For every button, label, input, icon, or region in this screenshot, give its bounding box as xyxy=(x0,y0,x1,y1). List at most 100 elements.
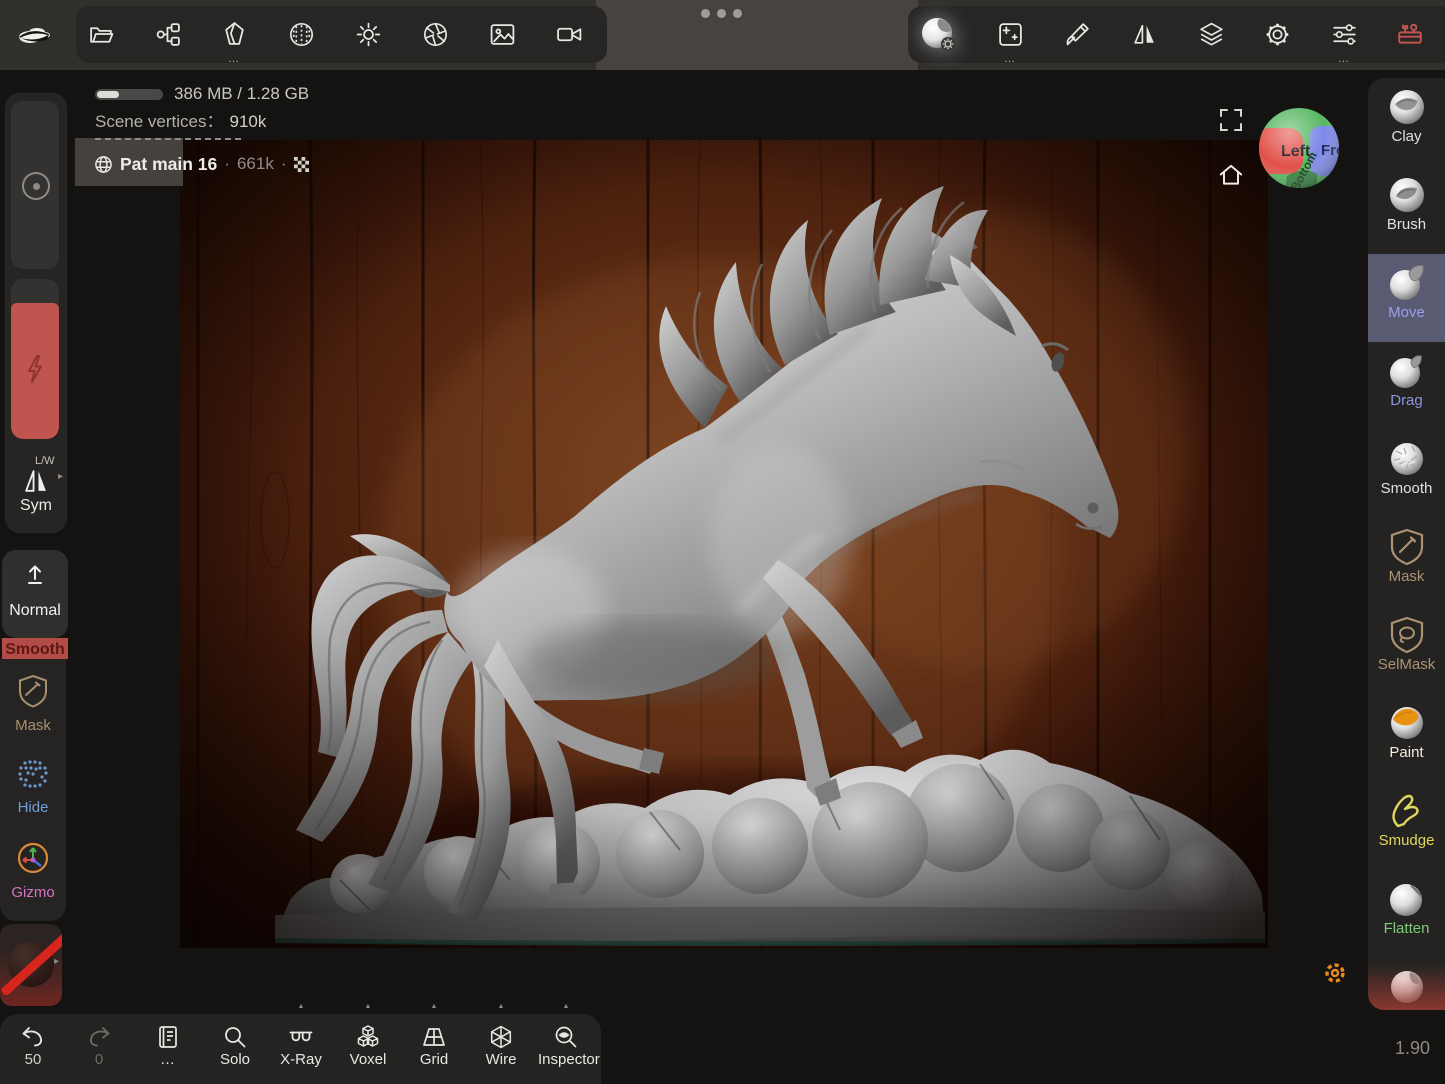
tool-hide-left[interactable]: Hide xyxy=(0,757,66,816)
material-expand-chevron[interactable]: ▸ xyxy=(54,956,59,967)
sym-button[interactable]: Sym xyxy=(5,497,67,515)
prism-more: … xyxy=(211,53,257,65)
xray-label: X-Ray xyxy=(273,1051,329,1068)
redo-button[interactable]: 0 xyxy=(71,1014,127,1084)
inspector-eye-icon xyxy=(553,1024,579,1050)
tool-move[interactable]: Move xyxy=(1368,254,1445,342)
brush-icon xyxy=(1384,172,1430,218)
layers-icon[interactable] xyxy=(1188,11,1234,57)
flatten-label: Flatten xyxy=(1368,920,1445,937)
wire-caret[interactable]: ▲ xyxy=(473,1003,529,1010)
solo-button[interactable]: Solo xyxy=(207,1014,263,1084)
paint-label: Paint xyxy=(1368,744,1445,761)
mesh-globe-icon xyxy=(94,155,113,174)
snap-cursor-icon[interactable] xyxy=(1323,961,1347,985)
grid-label: Grid xyxy=(406,1051,462,1068)
system-handle-icon[interactable] xyxy=(701,9,745,18)
mask-label: Mask xyxy=(1368,568,1445,585)
smooth-alt-tool-strip[interactable]: Smooth xyxy=(2,638,68,659)
tool-drag[interactable]: Drag xyxy=(1368,342,1445,430)
symmetry-icon[interactable] xyxy=(20,467,52,500)
paint-settings-icon[interactable] xyxy=(1054,11,1100,57)
inspector-button[interactable]: ▲ Inspector xyxy=(538,1014,594,1084)
postprocess-aperture-icon[interactable] xyxy=(412,11,458,57)
tool-smudge[interactable]: Smudge xyxy=(1368,782,1445,870)
hide-label: Hide xyxy=(0,799,66,816)
drag-label: Drag xyxy=(1368,392,1445,409)
tool-selmask[interactable]: SelMask xyxy=(1368,606,1445,694)
mask-label: Mask xyxy=(0,717,66,734)
fullscreen-icon[interactable] xyxy=(1218,107,1244,133)
stroke-settings-icon[interactable]: … xyxy=(987,11,1033,57)
history-book-icon xyxy=(155,1024,181,1050)
tool-gizmo-left[interactable]: Gizmo xyxy=(0,840,66,901)
tool-flatten[interactable]: Flatten xyxy=(1368,870,1445,958)
slider-handle-icon[interactable] xyxy=(22,172,50,200)
mask-shield-icon xyxy=(1384,524,1430,570)
symmetry-mirror-icon[interactable] xyxy=(1121,11,1167,57)
wireframe-icon xyxy=(488,1024,514,1050)
grid-button[interactable]: ▲ Grid xyxy=(406,1014,462,1084)
interface-sliders-icon[interactable]: … xyxy=(1321,11,1367,57)
inspector-caret[interactable]: ▲ xyxy=(538,1003,594,1010)
smooth-label: Smooth xyxy=(1368,480,1445,497)
drag-icon xyxy=(1384,348,1430,394)
lighting-sun-icon[interactable] xyxy=(345,11,391,57)
alpha-checker-icon xyxy=(294,157,309,172)
tool-clay[interactable]: Clay xyxy=(1368,78,1445,166)
tool-gear-badge xyxy=(941,37,955,51)
app-logo-icon[interactable] xyxy=(10,10,58,58)
tool-partial[interactable] xyxy=(1368,958,1445,1010)
nomad-sculpt-app: … xyxy=(0,0,1445,1084)
top-strip-center xyxy=(596,0,918,70)
material-disabled-panel[interactable]: ▸ xyxy=(0,924,62,1006)
left-slider-panel: L/W ▸ Sym xyxy=(4,92,68,534)
wire-label: Wire xyxy=(473,1051,529,1068)
sculpt-prism-icon[interactable]: … xyxy=(211,11,257,57)
brush-size-slider[interactable] xyxy=(11,101,59,269)
xray-button[interactable]: ▲ X-Ray xyxy=(273,1014,329,1084)
view-orientation-gizmo[interactable]: Left Front Bottom xyxy=(1257,106,1341,190)
move-icon xyxy=(1384,260,1430,306)
grid-caret[interactable]: ▲ xyxy=(406,1003,462,1010)
top-toolbar-right: … … xyxy=(908,6,1445,63)
undo-count: 50 xyxy=(5,1051,61,1068)
tool-smooth[interactable]: Smooth xyxy=(1368,430,1445,518)
toolbox-icon[interactable] xyxy=(1387,11,1433,57)
object-name: Pat main 16 xyxy=(120,154,217,175)
scene-vertices: Scene vertices：910k xyxy=(95,107,266,132)
folder-icon[interactable] xyxy=(78,11,124,57)
tool-brush[interactable]: Brush xyxy=(1368,166,1445,254)
brush-intensity-slider[interactable] xyxy=(11,279,59,439)
voxel-button[interactable]: ▲ Voxel xyxy=(340,1014,396,1084)
undo-button[interactable]: 50 xyxy=(5,1014,61,1084)
sliders-more: … xyxy=(1321,53,1367,65)
stroke-normal-panel[interactable]: Normal xyxy=(2,550,68,638)
lightning-bolt-icon xyxy=(24,354,46,384)
voxel-caret[interactable]: ▲ xyxy=(340,1003,396,1010)
home-icon[interactable] xyxy=(1217,161,1245,189)
clay-label: Clay xyxy=(1368,128,1445,145)
material-sphere-icon[interactable] xyxy=(278,11,324,57)
settings-gear-icon[interactable] xyxy=(1254,11,1300,57)
sym-expand-chevron[interactable]: ▸ xyxy=(58,471,63,482)
xray-caret[interactable]: ▲ xyxy=(273,1003,329,1010)
brush-label: Brush xyxy=(1368,216,1445,233)
tool-mask-left[interactable]: Mask xyxy=(0,673,66,734)
separator-dot: · xyxy=(224,154,230,174)
smooth-icon xyxy=(1384,436,1430,482)
scene-graph-icon[interactable] xyxy=(145,11,191,57)
active-tool-sphere-icon[interactable] xyxy=(916,11,962,57)
background-image-icon[interactable] xyxy=(479,11,525,57)
wire-button[interactable]: ▲ Wire xyxy=(473,1014,529,1084)
tool-paint[interactable]: Paint xyxy=(1368,694,1445,782)
tool-mask[interactable]: Mask xyxy=(1368,518,1445,606)
hide-dots-icon xyxy=(15,757,51,791)
voxel-label: Voxel xyxy=(340,1051,396,1068)
smooth-label: Smooth xyxy=(2,641,68,659)
object-row[interactable]: Pat main 16 · 661k · xyxy=(94,151,309,177)
viewport-3d[interactable] xyxy=(180,140,1268,948)
camera-video-icon[interactable] xyxy=(546,11,592,57)
normal-label: Normal xyxy=(2,602,68,620)
history-button[interactable]: … xyxy=(140,1014,196,1084)
